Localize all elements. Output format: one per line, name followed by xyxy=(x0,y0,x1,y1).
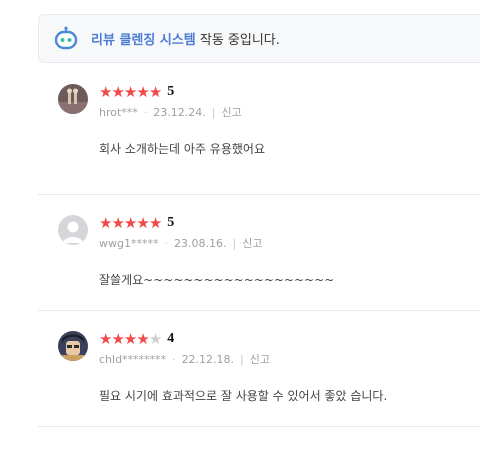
meta-separator: · xyxy=(164,236,168,250)
star-icon: ★ xyxy=(136,213,149,232)
meta-separator: · xyxy=(143,105,148,119)
star-icon: ★ xyxy=(99,329,112,348)
star-rating: ★ ★ ★ ★ ★ 4 xyxy=(99,331,174,347)
meta-divider: | xyxy=(232,236,237,250)
report-link[interactable]: 신고 xyxy=(222,104,242,120)
reviewer-id: chld******** xyxy=(99,352,167,366)
star-icon: ★ xyxy=(111,213,124,232)
star-icon: ★ xyxy=(148,213,162,232)
review-text: 잘쓸게요~~~~~~~~~~~~~~~~~~~ xyxy=(99,273,335,287)
review-date: 23.12.24. xyxy=(153,105,206,119)
default-user-avatar xyxy=(58,215,88,245)
star-icon: ★ xyxy=(123,82,137,101)
review-text: 필요 시기에 효과적으로 잘 사용할 수 있어서 좋았 습니다. xyxy=(99,389,388,403)
star-icon: ★ xyxy=(111,329,124,348)
robot-icon xyxy=(53,26,79,52)
review-text: 회사 소개하는데 아주 유용했어요 xyxy=(99,142,266,156)
review-date: 23.08.16. xyxy=(173,236,227,250)
reviewer-id: wwg1***** xyxy=(99,236,159,250)
star-icon: ★ xyxy=(99,82,112,101)
report-link[interactable]: 신고 xyxy=(242,235,262,251)
banner-text: 리뷰 클렌징 시스템 작동 중입니다. xyxy=(91,29,280,48)
review-meta: wwg1***** · 23.08.16. | 신고 xyxy=(99,235,262,251)
review-item: ★ ★ ★ ★ ★ 5 hrot*** · 23.12.24. | 신고 회사 … xyxy=(38,64,480,195)
review-date: 22.12.18. xyxy=(181,352,235,366)
meta-divider: | xyxy=(240,352,244,366)
banner-system-name: 리뷰 클렌징 시스템 xyxy=(91,33,196,48)
review-item: ★ ★ ★ ★ ★ 5 wwg1***** · 23.08.16. | 신고 잘… xyxy=(38,195,480,311)
banner-status: 작동 중입니다. xyxy=(195,33,280,48)
star-icon: ★ xyxy=(136,329,149,348)
star-icon: ★ xyxy=(99,213,112,232)
meta-separator: · xyxy=(172,352,176,366)
report-link[interactable]: 신고 xyxy=(250,351,270,367)
rating-score: 5 xyxy=(167,215,175,230)
review-item: ★ ★ ★ ★ ★ 4 chld******** · 22.12.18. | 신… xyxy=(38,311,480,427)
review-meta: hrot*** · 23.12.24. | 신고 xyxy=(99,104,242,120)
photo-avatar xyxy=(58,84,88,114)
character-avatar xyxy=(58,331,88,361)
rating-score: 4 xyxy=(167,331,175,346)
rating-score: 5 xyxy=(167,84,175,99)
reviewer-id: hrot*** xyxy=(99,105,138,119)
star-icon: ★ xyxy=(148,82,162,101)
star-icon: ★ xyxy=(123,213,137,232)
star-rating: ★ ★ ★ ★ ★ 5 xyxy=(99,215,174,231)
review-meta: chld******** · 22.12.18. | 신고 xyxy=(99,351,270,367)
review-cleansing-banner: 리뷰 클렌징 시스템 작동 중입니다. xyxy=(38,14,480,63)
star-rating: ★ ★ ★ ★ ★ 5 xyxy=(99,84,174,100)
star-icon: ★ xyxy=(123,329,137,348)
meta-divider: | xyxy=(211,105,216,119)
star-icon: ★ xyxy=(136,82,149,101)
star-icon: ★ xyxy=(111,82,124,101)
empty-star-icon: ★ xyxy=(148,329,162,348)
